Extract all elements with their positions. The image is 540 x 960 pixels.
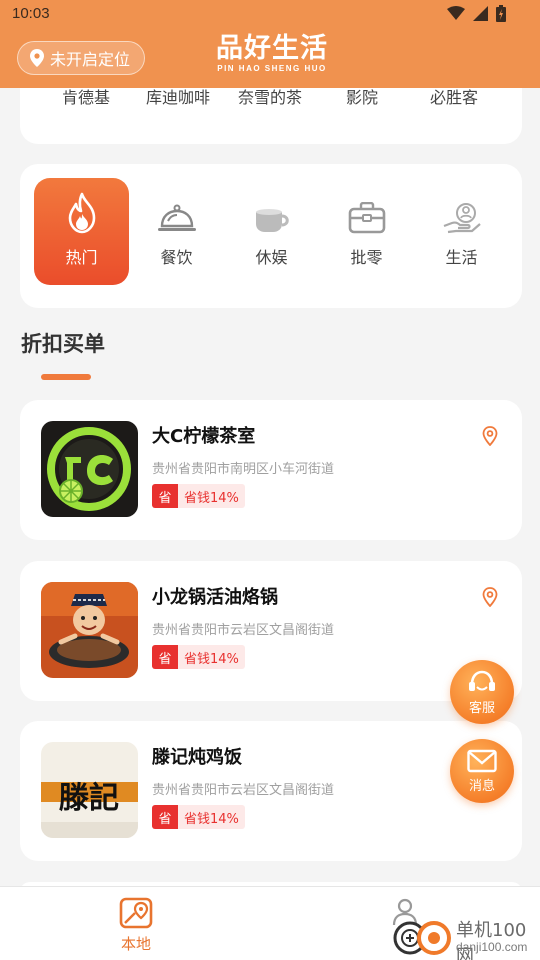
map-pin-icon[interactable] (482, 587, 498, 607)
shop-thumbnail: 滕記 (41, 742, 138, 838)
category-card: 热门 餐饮 休娱 批零 生活 (20, 164, 522, 308)
thumb-logo-text: 滕記 (59, 781, 119, 816)
category-label: 批零 (350, 248, 383, 267)
category-label: 生活 (445, 248, 478, 267)
headset-icon (469, 670, 495, 691)
nav-home-label: 本地 (120, 935, 151, 953)
message-label: 消息 (468, 778, 495, 794)
envelope-icon (467, 749, 497, 772)
app-header: 10:03 未开启定位 品好生活 PIN HAO SHENG HUO (0, 0, 540, 88)
discount-tag-value: 省钱14% (178, 645, 245, 669)
status-icons (447, 5, 506, 22)
hand-person-icon (443, 203, 481, 234)
discount-tag-key: 省 (152, 645, 178, 669)
shop-thumbnail (41, 582, 138, 678)
battery-icon (496, 5, 506, 22)
map-pin-icon[interactable] (482, 426, 498, 446)
shop-name: 小龙锅活油烙锅 (152, 587, 278, 608)
category-label: 休娱 (255, 248, 288, 267)
category-label: 热门 (65, 248, 98, 267)
discount-tag-key: 省 (152, 805, 178, 829)
flame-icon (68, 192, 95, 234)
message-button[interactable]: 消息 (450, 739, 514, 803)
location-label: 未开启定位 (50, 50, 131, 69)
brand-name: 品好生活 (216, 33, 328, 64)
shop-card[interactable]: 大C柠檬茶室 贵州省贵阳市南明区小车河街道 省 省钱14% (20, 400, 522, 540)
discount-tag: 省 省钱14% (152, 484, 245, 508)
shop-card[interactable]: 小龙锅活油烙锅 贵州省贵阳市云岩区文昌阁街道 省 省钱14% (20, 561, 522, 701)
section-title: 折扣买单 (21, 332, 105, 356)
watermark: 单机100网 danji100.com (390, 912, 540, 960)
discount-tag-value: 省钱14% (178, 484, 245, 508)
shop-address: 贵州省贵阳市南明区小车河街道 (152, 462, 335, 477)
customer-service-button[interactable]: 客服 (450, 660, 514, 724)
discount-tag-key: 省 (152, 484, 178, 508)
location-pin-icon (30, 49, 44, 67)
category-retail[interactable]: 批零 (319, 178, 414, 285)
brand-logo: 品好生活 PIN HAO SHENG HUO (210, 33, 334, 74)
map-icon (119, 897, 153, 929)
section-underline (41, 374, 91, 380)
category-life[interactable]: 生活 (414, 178, 509, 285)
discount-tag: 省 省钱14% (152, 645, 245, 669)
watermark-logo-icon (393, 921, 451, 955)
shop-name: 大C柠檬茶室 (152, 426, 256, 447)
category-hot[interactable]: 热门 (34, 178, 129, 285)
wifi-icon (447, 6, 465, 20)
category-leisure[interactable]: 休娱 (224, 178, 319, 285)
briefcase-icon (348, 202, 385, 234)
signal-icon (473, 6, 488, 21)
shop-name: 滕记炖鸡饭 (152, 747, 242, 768)
discount-tag-value: 省钱14% (178, 805, 245, 829)
coffee-cup-icon (255, 209, 289, 232)
food-cloche-icon (157, 204, 196, 231)
watermark-url: danji100.com (456, 940, 528, 954)
nav-home[interactable]: 本地 (104, 897, 168, 954)
location-button[interactable]: 未开启定位 (17, 41, 146, 75)
status-time: 10:03 (12, 5, 50, 22)
shop-address: 贵州省贵阳市云岩区文昌阁街道 (152, 783, 335, 798)
category-label: 餐饮 (160, 248, 193, 267)
shop-card[interactable]: 滕記 滕记炖鸡饭 贵州省贵阳市云岩区文昌阁街道 省 省钱14% (20, 721, 522, 861)
shop-address: 贵州省贵阳市云岩区文昌阁街道 (152, 623, 335, 638)
brand-subtitle: PIN HAO SHENG HUO (217, 64, 327, 73)
shop-thumbnail (41, 421, 138, 517)
customer-service-label: 客服 (468, 700, 495, 716)
category-food[interactable]: 餐饮 (129, 178, 224, 285)
discount-tag: 省 省钱14% (152, 805, 245, 829)
